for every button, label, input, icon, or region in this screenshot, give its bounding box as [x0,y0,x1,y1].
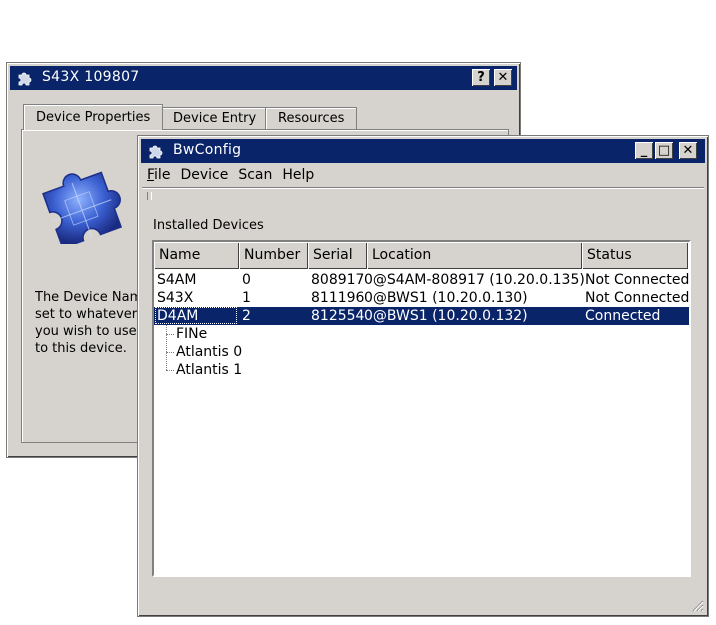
puzzle-app-icon [149,145,163,159]
tree-child-item[interactable]: FINe [176,325,207,343]
back-close-button[interactable]: ✕ [494,69,512,86]
menu-scan[interactable]: Scan [233,164,277,186]
device-serial: 808917 [311,272,365,288]
menu-bar: File Device Scan Help [142,164,319,186]
column-header-name[interactable]: Name [154,242,239,269]
device-number: 0 [242,272,251,288]
table-row[interactable]: S43X 1 811196 0@BWS1 (10.20.0.130) Not C… [154,289,689,307]
front-close-button[interactable]: ✕ [679,142,697,159]
tree-child-item[interactable]: Atlantis 1 [176,361,242,379]
device-serial: 812554 [311,308,365,324]
bwconfig-window: BwConfig _ □ ✕ File Device Scan Help Instal… [137,135,709,617]
tree-child-item[interactable]: Atlantis 0 [176,343,242,361]
device-serial: 811196 [311,290,365,306]
list-header: Name Number Serial Location Status [154,242,689,269]
tree-connector [166,334,174,335]
device-name-description: The Device Name set to whatever s you wi… [35,290,145,356]
table-row[interactable]: S4AM 0 808917 0@S4AM-808917 (10.20.0.135… [154,271,689,289]
tree-connector [166,352,174,353]
toolbar [142,187,704,202]
devices-list[interactable]: Name Number Serial Location Status S4AM … [152,240,691,577]
device-name: D4AM [157,308,199,324]
device-location: 0@BWS1 (10.20.0.130) [364,290,528,306]
column-header-serial[interactable]: Serial [308,242,367,269]
tab-device-properties[interactable]: Device Properties [23,104,164,130]
column-header-status[interactable]: Status [582,242,688,269]
menu-file[interactable]: File [142,164,175,186]
table-row-selected[interactable]: D4AM 2 812554 0@BWS1 (10.20.0.132) Conne… [154,307,689,325]
back-titlebar[interactable]: S43X 109807 ? ✕ [10,66,517,90]
front-titlebar[interactable]: BwConfig _ □ ✕ [141,139,705,163]
column-header-number[interactable]: Number [239,242,308,269]
device-name: S43X [157,290,194,306]
tree-connector [166,325,167,370]
tab-device-entry[interactable]: Device Entry [160,107,270,129]
puzzle-illustration [42,171,123,244]
device-status: Not Connected [585,272,690,288]
resize-grip-icon[interactable] [690,598,704,612]
front-window-title: BwConfig [173,142,242,158]
tree-connector [166,370,174,371]
device-status: Connected [585,308,661,324]
installed-devices-label: Installed Devices [153,218,264,233]
device-status: Not Connected [585,290,690,306]
maximize-button[interactable]: □ [655,142,673,159]
device-number: 1 [242,290,251,306]
device-name: S4AM [157,272,197,288]
toolbar-grip[interactable] [147,192,152,200]
device-location: 0@S4AM-808917 (10.20.0.135) [364,272,585,288]
help-button[interactable]: ? [472,69,490,86]
puzzle-app-icon [18,72,32,86]
menu-device[interactable]: Device [175,164,233,186]
tab-resources[interactable]: Resources [265,107,358,129]
device-location: 0@BWS1 (10.20.0.132) [364,308,528,324]
minimize-button[interactable]: _ [635,142,653,159]
menu-help[interactable]: Help [277,164,319,186]
back-window-title: S43X 109807 [42,69,140,85]
column-header-location[interactable]: Location [367,242,582,269]
device-number: 2 [242,308,251,324]
